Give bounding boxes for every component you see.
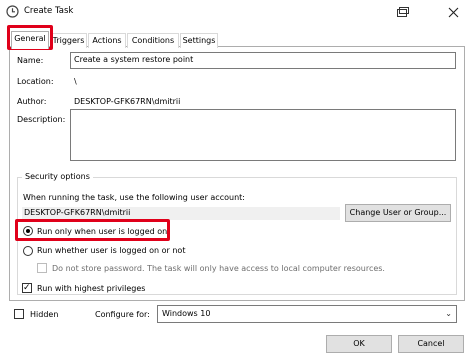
radio-logged-on[interactable] <box>23 226 33 236</box>
no-store-password-label: Do not store password. The task will onl… <box>52 264 385 273</box>
tab-triggers[interactable]: Triggers <box>50 33 87 48</box>
title-bar: Create Task <box>0 0 474 24</box>
name-field[interactable]: Create a system restore point <box>70 52 456 69</box>
tab-conditions[interactable]: Conditions <box>127 33 179 48</box>
cancel-button[interactable]: Cancel <box>398 335 464 353</box>
configure-for-label: Configure for: <box>95 310 150 319</box>
hidden-label[interactable]: Hidden <box>30 310 58 319</box>
clock-icon <box>6 5 19 18</box>
tab-actions[interactable]: Actions <box>88 33 126 48</box>
security-options-title: Security options <box>22 172 93 181</box>
configure-for-value: Windows 10 <box>162 309 211 318</box>
change-user-button[interactable]: Change User or Group... <box>345 204 451 222</box>
ok-button[interactable]: OK <box>326 335 392 353</box>
radio-whether-logged-on[interactable] <box>23 246 33 256</box>
radio-logged-on-label[interactable]: Run only when user is logged on <box>37 227 167 236</box>
restore-icon[interactable] <box>390 2 416 22</box>
location-label: Location: <box>17 77 54 86</box>
description-label: Description: <box>17 115 66 124</box>
chevron-down-icon: ⌄ <box>445 309 452 318</box>
tab-general[interactable]: General <box>11 31 49 49</box>
no-store-password-checkbox[interactable] <box>37 263 47 273</box>
description-field[interactable] <box>70 109 456 161</box>
hidden-checkbox[interactable] <box>14 309 24 319</box>
author-label: Author: <box>17 97 47 106</box>
user-account-value: DESKTOP-GFK67RN\dmitrii <box>22 207 340 220</box>
location-value: \ <box>74 77 77 86</box>
account-prompt: When running the task, use the following… <box>23 193 245 202</box>
window-title: Create Task <box>24 6 74 16</box>
close-icon[interactable] <box>440 2 466 22</box>
name-label: Name: <box>17 56 44 65</box>
author-value: DESKTOP-GFK67RN\dmitrii <box>74 97 181 106</box>
tab-settings[interactable]: Settings <box>180 33 218 48</box>
configure-for-select[interactable]: Windows 10 ⌄ <box>157 305 457 323</box>
highest-privileges-label[interactable]: Run with highest privileges <box>37 284 145 293</box>
radio-whether-label[interactable]: Run whether user is logged on or not <box>37 246 185 255</box>
highest-privileges-checkbox[interactable] <box>22 283 32 293</box>
